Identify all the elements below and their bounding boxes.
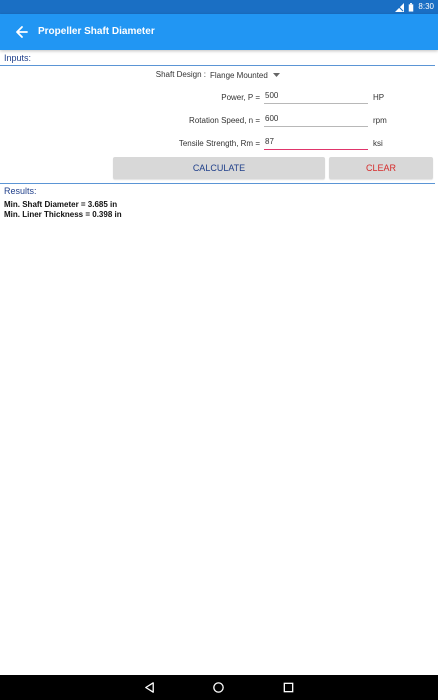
inputs-divider [0, 65, 435, 66]
results-section-label: Results: [4, 186, 37, 196]
rotation-label: Rotation Speed, n = [189, 116, 260, 125]
shaft-design-select[interactable]: Flange Mounted [210, 68, 280, 82]
status-bar: 8:30 [0, 0, 438, 14]
rotation-field[interactable]: 600 [264, 113, 368, 127]
tensile-label: Tensile Strength, Rm = [178, 139, 260, 148]
liner-thickness-result: Min. Liner Thickness = 0.398 in [4, 210, 122, 219]
inputs-section-label: Inputs: [4, 53, 32, 63]
signal-icon [395, 2, 405, 12]
power-label: Power, P = [221, 93, 260, 102]
shaft-diameter-result: Min. Shaft Diameter = 3.685 in [4, 200, 118, 209]
status-time: 8:30 [418, 2, 434, 11]
clear-button[interactable]: CLEAR [329, 157, 433, 179]
navigation-bar [0, 675, 438, 700]
home-nav-icon[interactable] [212, 681, 225, 694]
arrow-back-icon[interactable] [12, 22, 32, 42]
results-divider [0, 183, 435, 184]
back-nav-icon[interactable] [143, 681, 156, 694]
tensile-field[interactable]: 87 [264, 136, 368, 150]
status-icons: 8:30 [395, 2, 434, 12]
shaft-design-label: Shaft Design : [155, 70, 206, 79]
app-bar: Propeller Shaft Diameter [0, 14, 438, 50]
power-unit: HP [373, 93, 385, 102]
tensile-unit: ksi [373, 139, 383, 148]
calculate-button[interactable]: CALCULATE [113, 157, 325, 179]
shaft-design-value: Flange Mounted [210, 70, 268, 80]
power-field[interactable]: 500 [264, 90, 368, 104]
rotation-unit: rpm [373, 116, 387, 125]
battery-icon [409, 2, 414, 12]
page-title: Propeller Shaft Diameter [38, 26, 155, 37]
recents-nav-icon[interactable] [282, 681, 295, 694]
dropdown-caret-icon [272, 72, 280, 77]
